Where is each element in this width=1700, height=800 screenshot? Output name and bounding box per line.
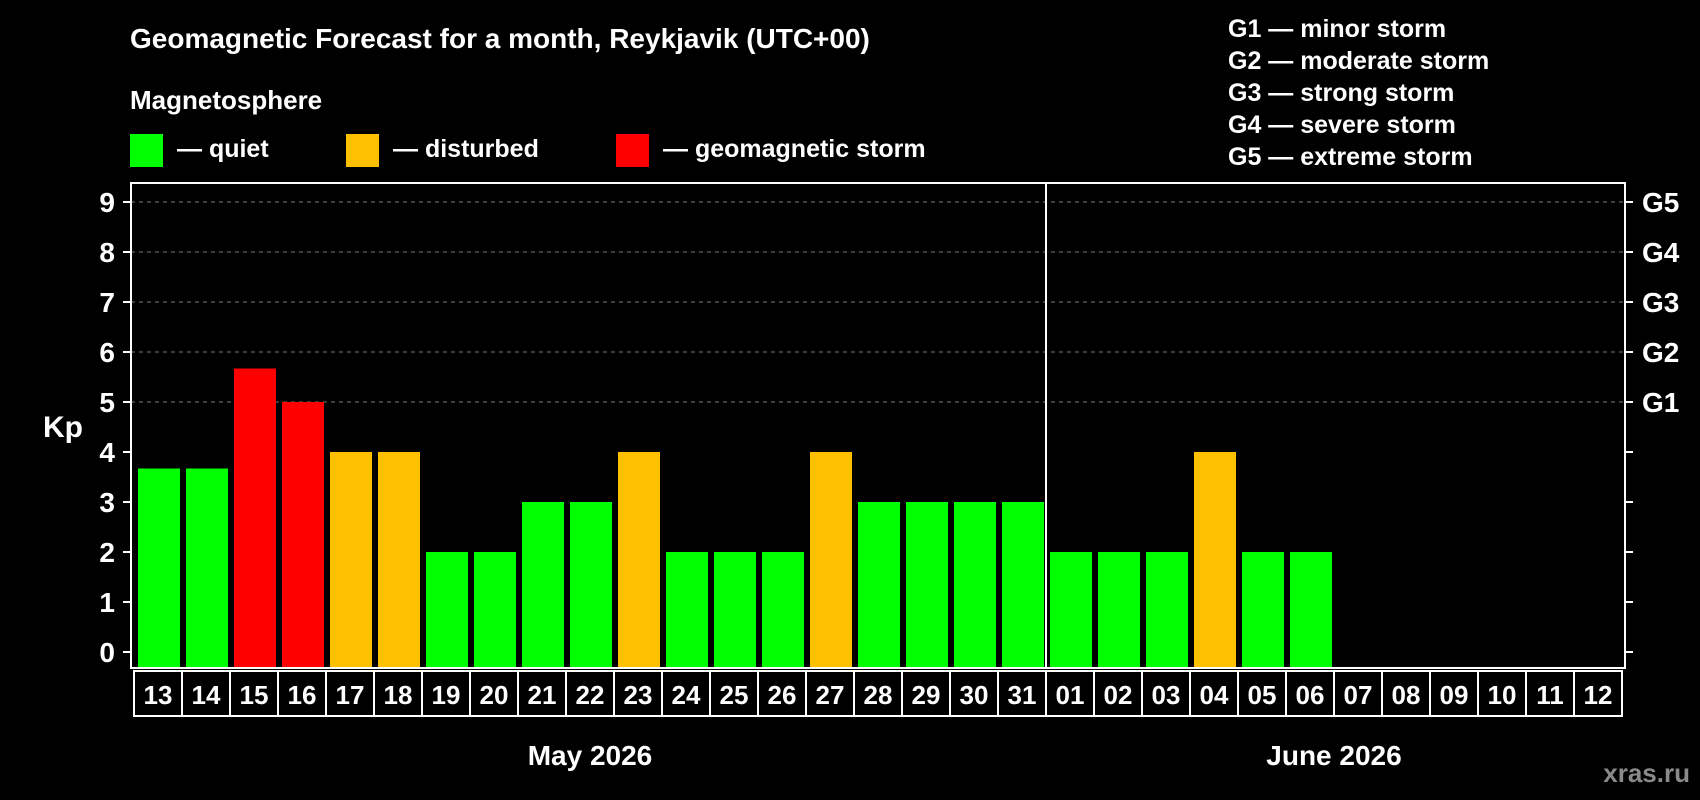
x-tick-label: 09 <box>1440 680 1469 710</box>
x-tick-label: 11 <box>1536 680 1564 710</box>
y-tick-label: 1 <box>99 587 115 618</box>
month-label: May 2026 <box>528 740 653 771</box>
right-axis-label: G4 <box>1642 237 1680 268</box>
x-tick-label: 30 <box>960 680 989 710</box>
x-tick-label: 14 <box>192 680 221 710</box>
bar-disturbed <box>330 452 372 668</box>
x-tick-label: 23 <box>624 680 653 710</box>
x-tick-label: 01 <box>1056 680 1085 710</box>
bar-disturbed <box>1194 452 1236 668</box>
x-tick-label: 15 <box>240 680 269 710</box>
geomagnetic-forecast-chart: Geomagnetic Forecast for a month, Reykja… <box>43 15 1690 788</box>
x-tick-label: 12 <box>1584 680 1613 710</box>
chart-title: Geomagnetic Forecast for a month, Reykja… <box>130 23 870 54</box>
storm-scale-entry: G4 — severe storm <box>1228 111 1456 139</box>
x-tick-label: 28 <box>864 680 893 710</box>
chart-subtitle: Magnetosphere <box>130 85 322 115</box>
y-tick-label: 4 <box>99 437 115 468</box>
bar-storm <box>282 402 324 668</box>
x-tick-label: 17 <box>336 680 365 710</box>
x-tick-label: 13 <box>144 680 173 710</box>
bar-quiet <box>570 502 612 668</box>
x-tick-label: 08 <box>1392 680 1421 710</box>
x-tick-label: 04 <box>1200 680 1229 710</box>
month-label: June 2026 <box>1266 740 1401 771</box>
bar-quiet <box>1098 552 1140 668</box>
x-tick-label: 25 <box>720 680 749 710</box>
bar-quiet <box>1242 552 1284 668</box>
bar-quiet <box>906 502 948 668</box>
y-tick-label: 3 <box>99 487 115 518</box>
legend-swatch <box>130 134 163 167</box>
bar-quiet <box>954 502 996 668</box>
legend: — quiet — disturbed — geomagnetic storm <box>130 134 926 167</box>
y-tick-label: 6 <box>99 337 115 368</box>
watermark: xras.ru <box>1603 758 1690 788</box>
legend-swatch <box>346 134 379 167</box>
storm-scale-entry: G5 — extreme storm <box>1228 143 1473 171</box>
storm-scale-entry: G3 — strong storm <box>1228 79 1454 107</box>
storm-scale-entry: G1 — minor storm <box>1228 15 1446 43</box>
x-tick-label: 10 <box>1488 680 1517 710</box>
x-tick-label: 26 <box>768 680 797 710</box>
x-tick-label: 07 <box>1344 680 1373 710</box>
x-tick-label: 29 <box>912 680 941 710</box>
bar-quiet <box>186 468 228 668</box>
y-tick-label: 7 <box>99 287 115 318</box>
y-tick-label: 9 <box>99 187 115 218</box>
legend-label: — quiet <box>177 135 269 163</box>
grid <box>131 201 1625 403</box>
y-tick-label: 8 <box>99 237 115 268</box>
x-tick-label: 27 <box>816 680 845 710</box>
bar-quiet <box>714 552 756 668</box>
x-tick-label: 05 <box>1248 680 1277 710</box>
right-axis-label: G1 <box>1642 387 1679 418</box>
bar-disturbed <box>618 452 660 668</box>
storm-scale-entry: G2 — moderate storm <box>1228 47 1489 75</box>
bar-quiet <box>1146 552 1188 668</box>
bar-quiet <box>762 552 804 668</box>
x-tick-label: 03 <box>1152 680 1181 710</box>
bar-quiet <box>426 552 468 668</box>
x-tick-label: 20 <box>480 680 509 710</box>
bar-quiet <box>666 552 708 668</box>
x-tick-label: 31 <box>1008 680 1037 710</box>
bar-disturbed <box>378 452 420 668</box>
bar-storm <box>234 368 276 668</box>
bar-quiet <box>138 468 180 668</box>
y-axis-label: Kp <box>43 411 83 444</box>
x-axis-day-cells: 13 14 15 16 17 18 19 20 21 22 23 24 25 26 27 28 29 30 31 01… <box>133 670 1623 717</box>
bar-quiet <box>474 552 516 668</box>
y-tick-label: 5 <box>99 387 115 418</box>
bar-quiet <box>522 502 564 668</box>
bar-quiet <box>1290 552 1332 668</box>
x-tick-label: 22 <box>576 680 605 710</box>
right-axis-label: G5 <box>1642 187 1679 218</box>
legend-swatch <box>616 134 649 167</box>
right-axis-label: G3 <box>1642 287 1679 318</box>
bar-quiet <box>858 502 900 668</box>
bar-quiet <box>1050 552 1092 668</box>
y-tick-label: 0 <box>99 637 115 668</box>
y-tick-label: 2 <box>99 537 115 568</box>
x-tick-label: 19 <box>432 680 461 710</box>
x-tick-label: 02 <box>1104 680 1133 710</box>
legend-label: — disturbed <box>393 135 539 163</box>
bar-quiet <box>1002 502 1044 668</box>
x-tick-label: 18 <box>384 680 413 710</box>
bars <box>138 368 1332 668</box>
bar-disturbed <box>810 452 852 668</box>
x-tick-label: 16 <box>288 680 317 710</box>
legend-label: — geomagnetic storm <box>663 135 926 163</box>
x-tick-label: 21 <box>528 680 557 710</box>
x-tick-label: 06 <box>1296 680 1325 710</box>
x-tick-label: 24 <box>672 680 701 710</box>
storm-scale-legend: G1 — minor storm G2 — moderate storm G3 — … <box>1228 15 1489 171</box>
right-axis-label: G2 <box>1642 337 1679 368</box>
